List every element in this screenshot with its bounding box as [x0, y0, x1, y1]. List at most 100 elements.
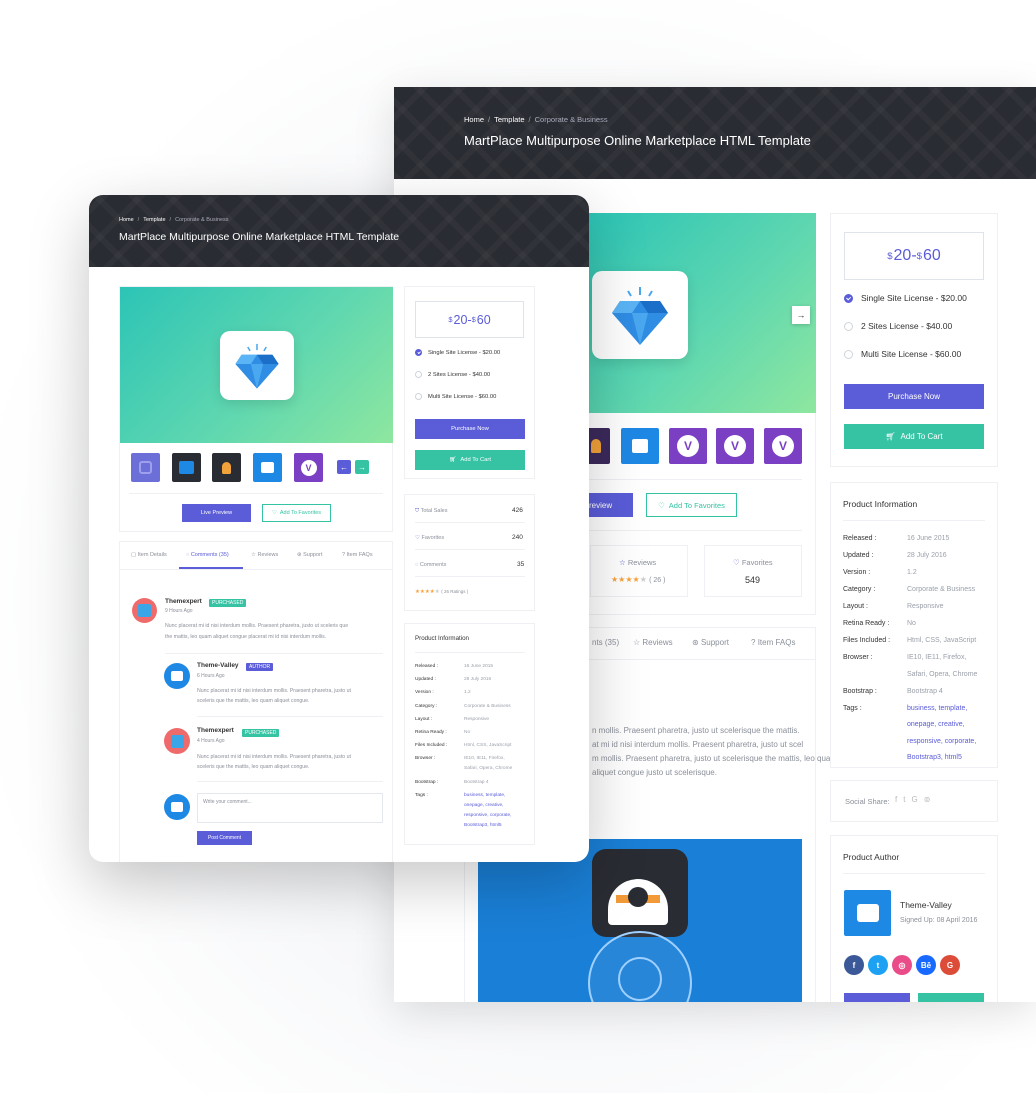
purchase-now-button[interactable]: Purchase Now [415, 419, 525, 439]
tag-links[interactable]: Bootstrap3, html5 [464, 823, 502, 828]
tag-links[interactable]: business, template, [907, 705, 967, 712]
commenter-name[interactable]: Theme-Valley [197, 662, 239, 669]
live-preview-button[interactable]: review [589, 493, 633, 517]
license-option-single[interactable]: Single Site License - $20.00 [844, 293, 967, 303]
image-icon [261, 462, 274, 473]
price-range: $20 - $60 [844, 232, 984, 280]
product-info-heading: Product Information [843, 499, 918, 509]
tab-support[interactable]: ⊛ Support [297, 552, 322, 558]
author-name[interactable]: Theme-Valley [900, 900, 952, 910]
info-value: No [464, 730, 471, 735]
license-option-2sites[interactable]: 2 Sites License - $40.00 [844, 321, 952, 331]
price-low: 20 [453, 312, 468, 327]
thumbnail-2[interactable] [621, 428, 659, 464]
commenter-avatar[interactable] [132, 598, 157, 623]
comment-time: 4 Hours Ago [197, 738, 225, 744]
info-key: Released : [843, 535, 877, 542]
radio-icon[interactable] [844, 321, 853, 331]
tag-links[interactable]: business, template, [464, 793, 505, 798]
author-message-button[interactable] [918, 993, 984, 1002]
thumbnail-3[interactable]: V [669, 428, 707, 464]
tag-links[interactable]: responsive, corporate, [464, 813, 511, 818]
breadcrumb-template[interactable]: Template [143, 217, 165, 223]
favorites-stat-card: ♡ Favorites 549 [704, 545, 802, 597]
tag-links[interactable]: responsive, corporate, [907, 738, 976, 745]
question-icon: ? [342, 552, 346, 558]
thumbnail-1[interactable] [131, 453, 160, 482]
tab-comments[interactable]: nts (35) [592, 638, 619, 647]
next-arrow-icon[interactable]: → [355, 460, 369, 474]
prev-arrow-icon[interactable]: ← [337, 460, 351, 474]
license-option-single[interactable]: Single Site License - $20.00 [415, 349, 500, 356]
robot-avatar-icon [170, 734, 184, 748]
tab-support[interactable]: ⊛ Support [692, 638, 729, 647]
currency: $ [916, 250, 922, 262]
thumbnail-4[interactable]: V [716, 428, 754, 464]
breadcrumb-template[interactable]: Template [494, 115, 524, 124]
add-to-favorites-button[interactable]: ♡ Add To Favorites [646, 493, 737, 517]
tag-links[interactable]: Bootstrap3, html5 [907, 754, 962, 761]
tag-links[interactable]: onepage, creative, [464, 803, 503, 808]
commenter-avatar[interactable] [164, 728, 190, 754]
diamond-icon [612, 287, 668, 345]
twitter-icon[interactable]: t [868, 955, 888, 975]
radio-checked-icon[interactable] [415, 349, 422, 356]
radio-checked-icon[interactable] [844, 293, 853, 303]
google-plus-icon[interactable]: G [940, 955, 960, 975]
google-icon[interactable]: G [911, 795, 923, 804]
thumbnail-5[interactable]: V [294, 453, 323, 482]
facebook-icon[interactable]: f [895, 795, 903, 804]
tab-reviews[interactable]: ☆ Reviews [251, 552, 278, 558]
tab-item-details[interactable]: ▢ Item Details [131, 552, 167, 558]
thumbnail-3[interactable] [212, 453, 241, 482]
dribbble-icon[interactable]: ◎ [892, 955, 912, 975]
add-to-cart-button[interactable]: 🛒︎ Add To Cart [415, 450, 525, 470]
tab-faqs[interactable]: ? Item FAQs [342, 552, 373, 558]
thumbnail-4[interactable] [253, 453, 282, 482]
pinterest-icon[interactable]: ⊚ [924, 795, 937, 804]
current-user-avatar [164, 794, 190, 820]
add-to-cart-button[interactable]: 🛒︎ Add To Cart [844, 424, 984, 449]
favorites-stat-value: 240 [512, 534, 523, 541]
breadcrumb-home[interactable]: Home [119, 217, 134, 223]
author-avatar[interactable] [844, 890, 891, 936]
license-option-multi[interactable]: Multi Site License - $60.00 [415, 393, 496, 400]
behance-icon[interactable]: Bē [916, 955, 936, 975]
live-preview-button[interactable]: Live Preview [182, 504, 251, 522]
tab-reviews[interactable]: ☆ Reviews [633, 638, 673, 647]
post-comment-button[interactable]: Post Comment [197, 831, 252, 845]
diamond-logo-tile [592, 271, 688, 359]
comments-stat-value: 35 [517, 561, 525, 568]
license-option-multi[interactable]: Multi Site License - $60.00 [844, 349, 961, 359]
description-line: at mi id nisi interdum mollis. Praesent … [592, 740, 804, 749]
breadcrumb-home[interactable]: Home [464, 115, 484, 124]
question-icon: ? [751, 638, 756, 647]
radio-icon[interactable] [415, 393, 422, 400]
add-to-favorites-button[interactable]: ♡ Add To Favorites [262, 504, 331, 522]
next-arrow-icon[interactable]: → [792, 306, 810, 324]
purchase-now-button[interactable]: Purchase Now [844, 384, 984, 409]
tab-faqs[interactable]: ? Item FAQs [751, 638, 795, 647]
robot-avatar-icon [138, 604, 151, 617]
commenter-avatar[interactable] [164, 663, 190, 689]
info-key: Tags : [843, 704, 862, 712]
author-profile-button[interactable] [844, 993, 910, 1002]
tag-links[interactable]: onepage, creative, [907, 721, 965, 728]
info-value: Bootstrap 4 [464, 779, 489, 785]
radio-icon[interactable] [415, 371, 422, 378]
commenter-name[interactable]: Themexpert [165, 598, 202, 605]
license-option-2sites[interactable]: 2 Sites License - $40.00 [415, 371, 490, 378]
info-key: Retina Ready : [415, 730, 447, 735]
heart-icon: ♡ [658, 500, 665, 510]
thumbnail-2[interactable] [172, 453, 201, 482]
commenter-name[interactable]: Themexpert [197, 727, 234, 734]
social-share-icons[interactable]: ftG⊚ [895, 795, 936, 804]
comments-stat-label: Comments [419, 562, 447, 568]
facebook-icon[interactable]: f [844, 955, 864, 975]
license-label: Single Site License - $20.00 [861, 293, 967, 303]
radio-icon[interactable] [844, 349, 853, 359]
thumbnail-5[interactable]: V [764, 428, 802, 464]
comment-input[interactable]: Write your comment... [197, 793, 383, 823]
favorites-label: Add To Favorites [279, 510, 322, 516]
tab-comments[interactable]: ◌ Comments (35) [186, 552, 229, 558]
